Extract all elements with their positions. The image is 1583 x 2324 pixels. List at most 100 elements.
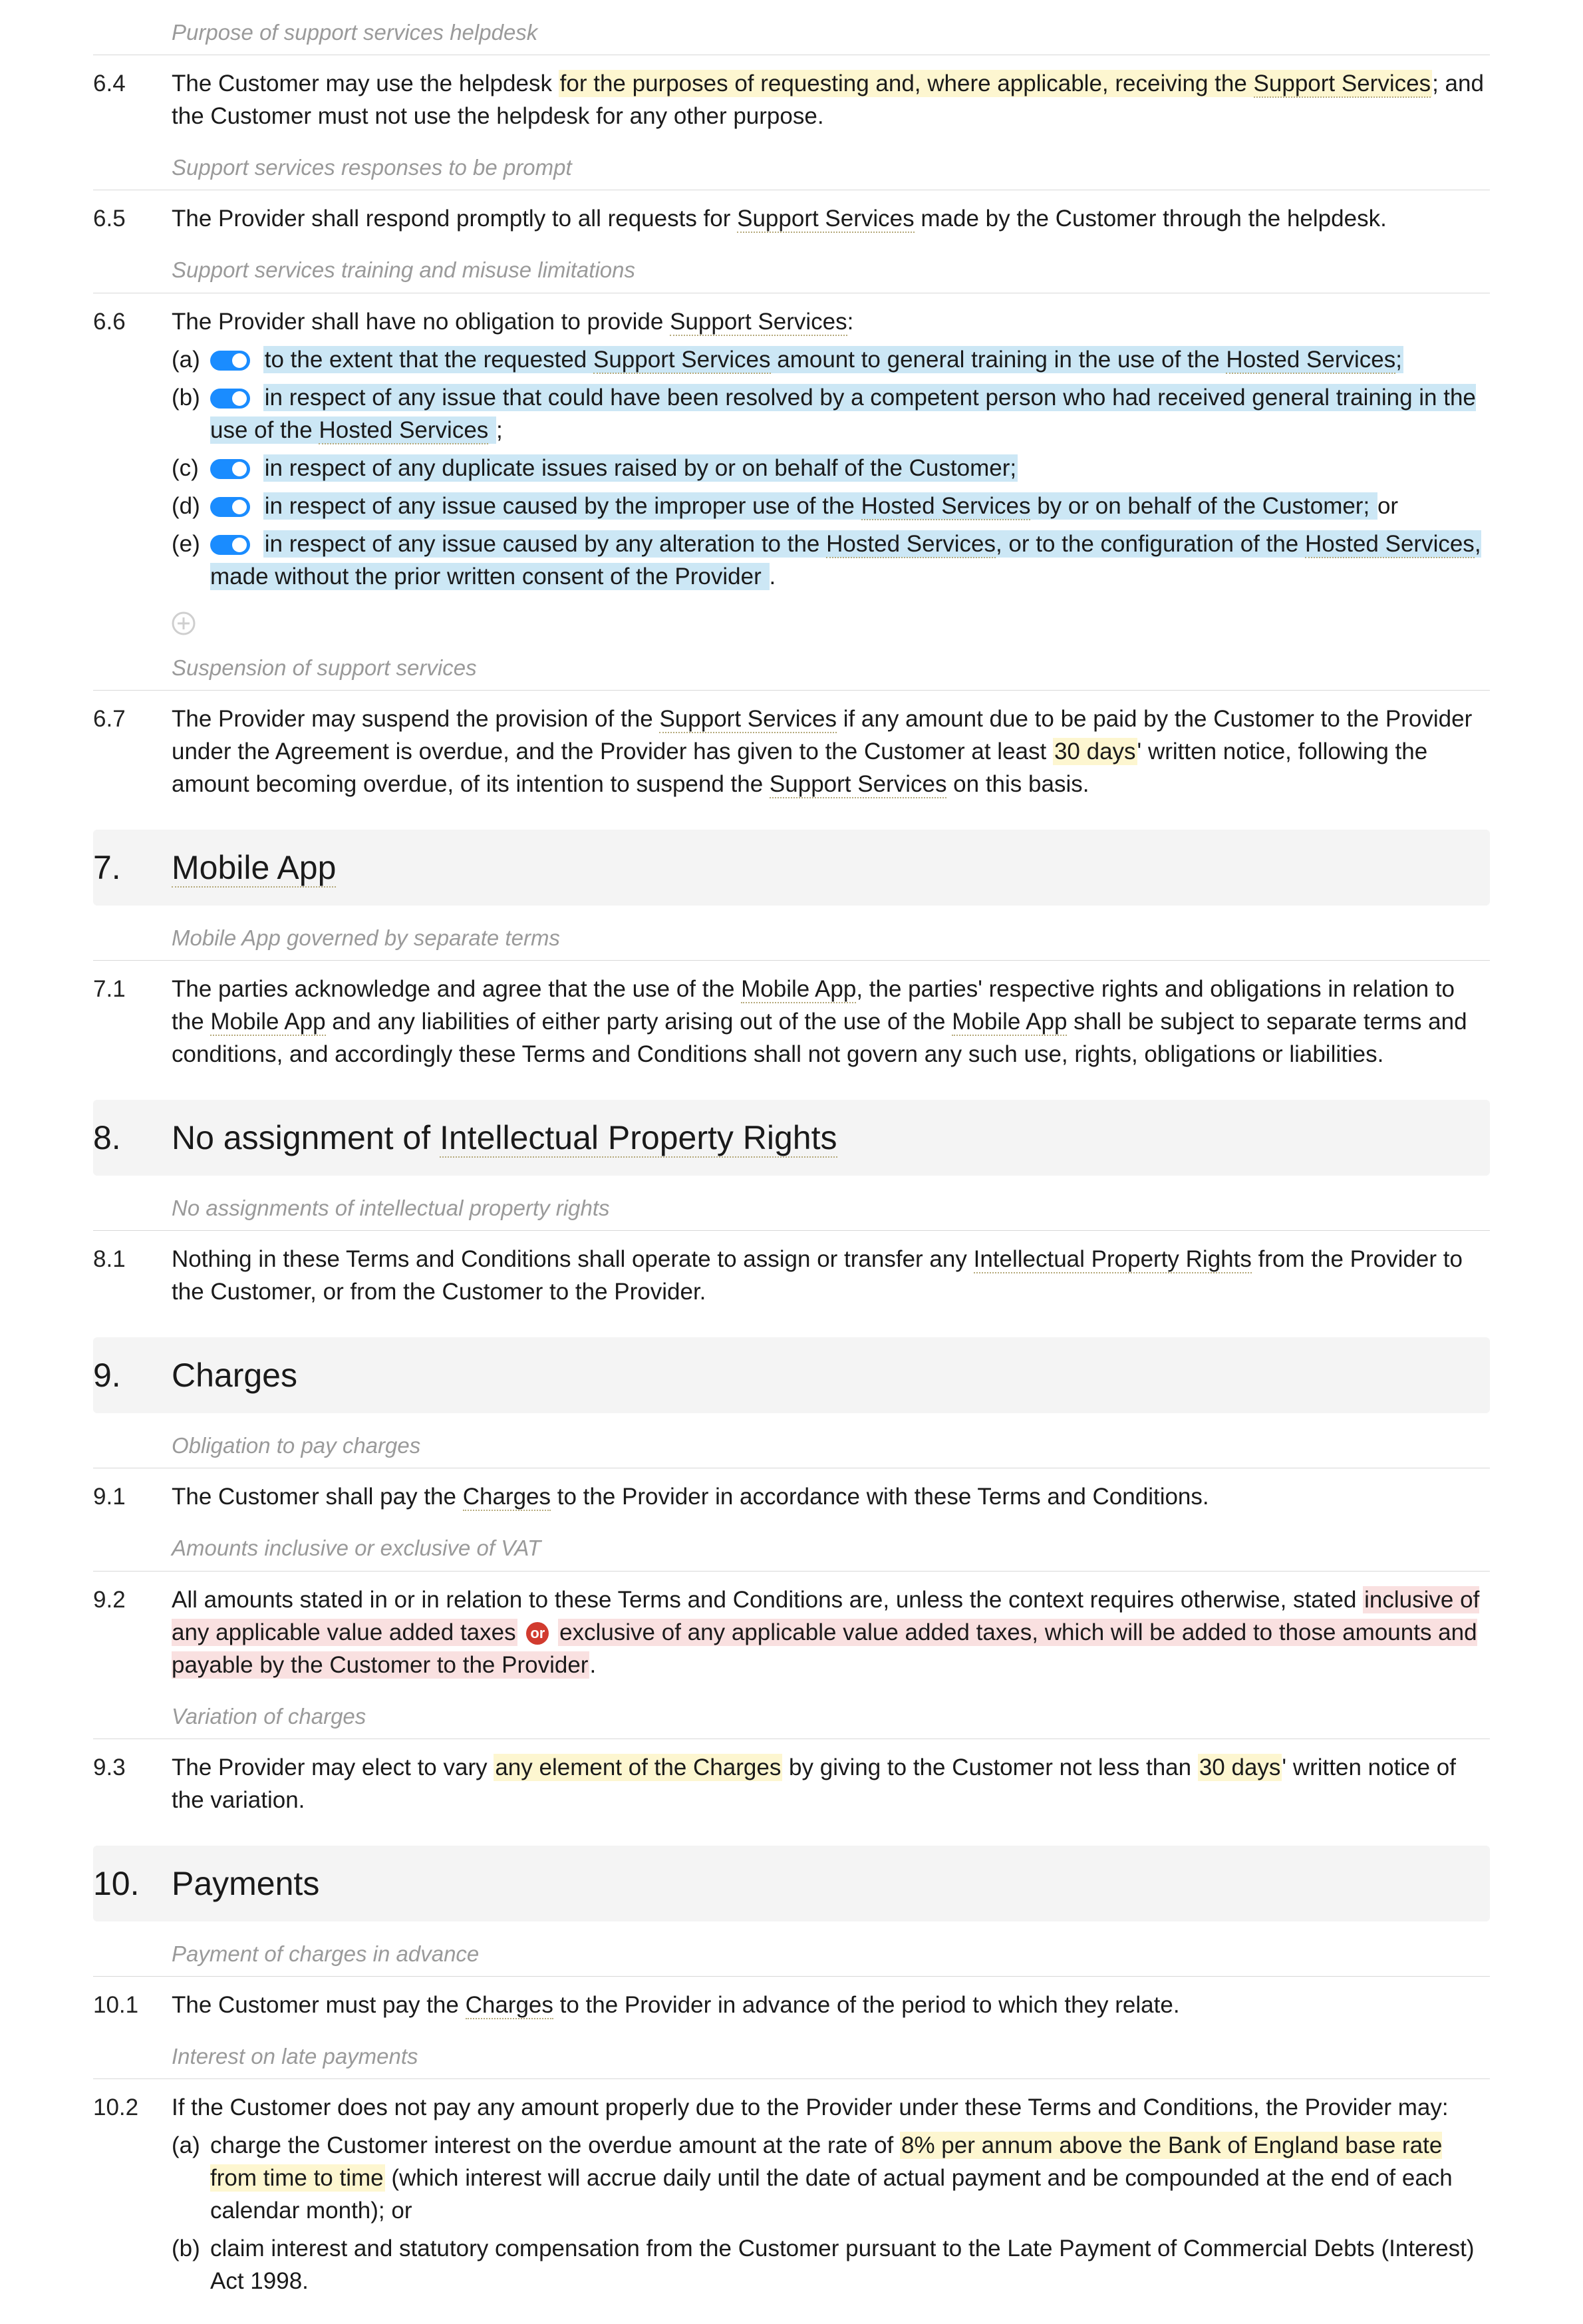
clause-body: The Customer must pay the Charges to the… xyxy=(172,1989,1490,2024)
text: ; xyxy=(496,417,503,443)
editable-value[interactable]: 30 days xyxy=(1198,1754,1282,1781)
text: on this basis. xyxy=(946,771,1089,797)
clause-6-5: 6.5 The Provider shall respond promptly … xyxy=(93,202,1490,238)
toggle-switch[interactable] xyxy=(210,389,250,409)
optional-text[interactable]: in respect of any issue that could have … xyxy=(210,384,1476,444)
editable-value[interactable]: any element of the Charges xyxy=(494,1754,782,1781)
text: The Customer must pay the xyxy=(172,1992,466,2018)
sub-label: (a) xyxy=(172,343,210,376)
clause-9-2: 9.2 All amounts stated in or in relation… xyxy=(93,1583,1490,1684)
defined-term[interactable]: Mobile App xyxy=(210,1009,325,1036)
sub-clause-a: (a) to the extent that the requested Sup… xyxy=(172,343,1490,376)
defined-term[interactable]: Hosted Services xyxy=(1226,347,1395,374)
clause-6-7: 6.7 The Provider may suspend the provisi… xyxy=(93,703,1490,803)
optional-text[interactable]: in respect of any issue caused by the im… xyxy=(263,492,1377,520)
sub-clause-b: (b) in respect of any issue that could h… xyxy=(172,381,1490,446)
text: to the Provider in accordance with these… xyxy=(551,1484,1209,1510)
clause-number: 9.1 xyxy=(93,1480,172,1516)
clause-body: The Provider may suspend the provision o… xyxy=(172,703,1490,803)
note-text: Support services responses to be prompt xyxy=(172,152,1490,183)
text: The Customer may use the helpdesk xyxy=(172,71,559,96)
defined-term[interactable]: Support Services xyxy=(670,309,847,336)
text: (which interest will accrue daily until … xyxy=(210,2165,1453,2224)
optional-text[interactable]: to the extent that the requested Support… xyxy=(263,346,1403,373)
note-text: Amounts inclusive or exclusive of VAT xyxy=(172,1533,1490,1564)
add-sub-clause-button[interactable] xyxy=(172,611,196,635)
clause-body: Nothing in these Terms and Conditions sh… xyxy=(172,1243,1490,1311)
clause-body: The Customer may use the helpdesk for th… xyxy=(172,67,1490,135)
sub-label: (d) xyxy=(172,490,210,522)
defined-term[interactable]: Hosted Services xyxy=(826,531,996,558)
note-text: Purpose of support services helpdesk xyxy=(172,17,1490,48)
note-text: Obligation to pay charges xyxy=(172,1430,1490,1461)
sub-clause-d: (d) in respect of any issue caused by th… xyxy=(172,490,1490,522)
defined-term[interactable]: Support Services xyxy=(737,206,915,233)
text: or xyxy=(1377,493,1398,519)
clause-body: The parties acknowledge and agree that t… xyxy=(172,973,1490,1073)
clause-note: Obligation to pay charges xyxy=(93,1425,1490,1468)
section-heading-7: 7. Mobile App xyxy=(93,830,1490,906)
sub-label: (e) xyxy=(172,528,210,560)
clause-6-4: 6.4 The Customer may use the helpdesk fo… xyxy=(93,67,1490,135)
clause-number: 8.1 xyxy=(93,1243,172,1311)
highlighted-text[interactable]: for the purposes of requesting and, wher… xyxy=(559,70,1432,97)
clause-number: 6.6 xyxy=(93,305,172,635)
clause-note: Purpose of support services helpdesk xyxy=(93,12,1490,55)
clause-body: The Customer shall pay the Charges to th… xyxy=(172,1480,1490,1516)
defined-term[interactable]: Mobile App xyxy=(172,849,336,888)
toggle-switch[interactable] xyxy=(210,497,250,517)
clause-number: 10.2 xyxy=(93,2091,172,2297)
note-text: Interest on late payments xyxy=(172,2041,1490,2072)
defined-term[interactable]: Support Services xyxy=(659,706,837,733)
clause-body: The Provider may elect to vary any eleme… xyxy=(172,1751,1490,1819)
text: by giving to the Customer not less than xyxy=(782,1754,1198,1780)
defined-term[interactable]: Support Services xyxy=(593,347,771,374)
defined-term[interactable]: Intellectual Property Rights xyxy=(974,1246,1252,1273)
defined-term[interactable]: Support Services xyxy=(770,771,947,798)
text: No assignment of xyxy=(172,1119,440,1156)
clause-note: Variation of charges xyxy=(93,1696,1490,1739)
defined-term[interactable]: Mobile App xyxy=(741,976,856,1003)
sub-clause-b: (b) claim interest and statutory compens… xyxy=(172,2232,1490,2297)
toggle-switch[interactable] xyxy=(210,351,250,371)
defined-term[interactable]: Intellectual Property Rights xyxy=(440,1119,837,1158)
note-text: Support services training and misuse lim… xyxy=(172,255,1490,285)
clause-note: Mobile App governed by separate terms xyxy=(93,917,1490,961)
optional-text[interactable]: in respect of any duplicate issues raise… xyxy=(263,454,1018,482)
defined-term[interactable]: Charges xyxy=(466,1992,553,2019)
or-selector[interactable]: or xyxy=(526,1622,549,1645)
clause-7-1: 7.1 The parties acknowledge and agree th… xyxy=(93,973,1490,1073)
clause-8-1: 8.1 Nothing in these Terms and Condition… xyxy=(93,1243,1490,1311)
clause-number: 9.2 xyxy=(93,1583,172,1684)
defined-term[interactable]: Charges xyxy=(463,1484,551,1511)
sub-clause-e: (e) in respect of any issue caused by an… xyxy=(172,528,1490,593)
clause-10-1: 10.1 The Customer must pay the Charges t… xyxy=(93,1989,1490,2024)
clause-10-2: 10.2 If the Customer does not pay any am… xyxy=(93,2091,1490,2297)
clause-note: Payment of charges in advance xyxy=(93,1933,1490,1977)
toggle-switch[interactable] xyxy=(210,459,250,479)
note-text: Suspension of support services xyxy=(172,653,1490,683)
clause-note: Support services training and misuse lim… xyxy=(93,249,1490,293)
editable-value[interactable]: 30 days xyxy=(1053,738,1137,765)
toggle-switch[interactable] xyxy=(210,535,250,555)
defined-term[interactable]: Hosted Services xyxy=(861,493,1031,520)
clause-number: 10.1 xyxy=(93,1989,172,2024)
defined-term[interactable]: Hosted Services xyxy=(1305,531,1475,558)
section-number: 9. xyxy=(93,1352,172,1399)
optional-text[interactable]: in respect of any issue caused by any al… xyxy=(210,530,1481,590)
text: Nothing in these Terms and Conditions sh… xyxy=(172,1246,974,1272)
note-text: Mobile App governed by separate terms xyxy=(172,923,1490,953)
section-number: 7. xyxy=(93,844,172,891)
text: If the Customer does not pay any amount … xyxy=(172,2091,1490,2124)
clause-body: If the Customer does not pay any amount … xyxy=(172,2091,1490,2297)
clause-9-1: 9.1 The Customer shall pay the Charges t… xyxy=(93,1480,1490,1516)
section-title: Payments xyxy=(172,1860,319,1907)
defined-term[interactable]: Mobile App xyxy=(952,1009,1067,1036)
defined-term[interactable]: Support Services xyxy=(1254,71,1431,98)
text: to the Provider in advance of the period… xyxy=(553,1992,1180,2018)
text: The Provider may elect to vary xyxy=(172,1754,494,1780)
section-number: 8. xyxy=(93,1114,172,1161)
defined-term[interactable]: Hosted Services xyxy=(319,417,488,444)
section-heading-8: 8. No assignment of Intellectual Propert… xyxy=(93,1100,1490,1176)
text: made by the Customer through the helpdes… xyxy=(915,206,1387,232)
